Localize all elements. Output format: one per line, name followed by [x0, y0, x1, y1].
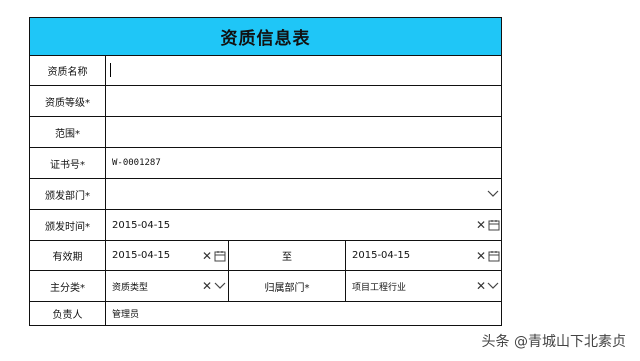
qualification-name-input[interactable]	[106, 56, 501, 85]
row-qualification-name: 资质名称	[30, 56, 501, 86]
label-department: 归属部门*	[229, 271, 346, 301]
row-owner: 负责人 管理员	[30, 302, 501, 325]
calendar-icon[interactable]	[214, 250, 226, 262]
chevron-down-icon[interactable]	[487, 282, 499, 290]
main-category-select[interactable]: 资质类型 ✕	[106, 271, 229, 301]
label-to: 至	[229, 241, 346, 270]
owner-input[interactable]: 管理员	[106, 302, 501, 325]
calendar-icon[interactable]	[488, 219, 500, 231]
validity-end-input[interactable]: 2015-04-15 ✕	[346, 241, 501, 270]
issue-date-input[interactable]: 2015-04-15 ✕	[106, 210, 501, 240]
row-qualification-level: 资质等级*	[30, 86, 501, 117]
label-issuing-department: 颁发部门*	[30, 179, 106, 209]
main-category-value: 资质类型	[112, 282, 149, 293]
clear-icon[interactable]: ✕	[476, 219, 486, 231]
row-issue-date: 颁发时间* 2015-04-15 ✕	[30, 210, 501, 241]
qualification-level-input[interactable]	[106, 86, 501, 116]
row-certificate-number: 证书号* W-0001287	[30, 148, 501, 179]
watermark-text: 头条 @青城山下北素贞	[481, 334, 626, 350]
issue-date-value: 2015-04-15	[112, 219, 171, 231]
clear-icon[interactable]: ✕	[476, 250, 486, 262]
department-select[interactable]: 项目工程行业 ✕	[346, 271, 501, 301]
text-cursor	[110, 63, 111, 77]
calendar-icon[interactable]	[488, 250, 500, 262]
watermark: 头条 @青城山下北素贞	[482, 331, 626, 351]
row-validity-period: 有效期 2015-04-15 ✕ 至 2015-04-15 ✕	[30, 241, 501, 271]
validity-start-value: 2015-04-15	[112, 250, 171, 261]
label-owner: 负责人	[30, 302, 106, 325]
scope-input[interactable]	[106, 117, 501, 147]
row-scope: 范围*	[30, 117, 501, 148]
clear-icon[interactable]: ✕	[476, 280, 486, 292]
qualification-form: 资质信息表 资质名称 资质等级* 范围* 证书号* W-0001287 颁发部门…	[29, 17, 502, 326]
validity-end-value: 2015-04-15	[352, 250, 411, 261]
label-issue-date: 颁发时间*	[30, 210, 106, 240]
chevron-down-icon[interactable]	[214, 282, 226, 290]
form-title: 资质信息表	[30, 18, 501, 56]
validity-start-input[interactable]: 2015-04-15 ✕	[106, 241, 229, 270]
chevron-down-icon[interactable]	[487, 190, 499, 198]
row-main-category: 主分类* 资质类型 ✕ 归属部门* 项目工程行业 ✕	[30, 271, 501, 302]
label-main-category: 主分类*	[30, 271, 106, 301]
label-qualification-name: 资质名称	[30, 56, 106, 85]
label-scope: 范围*	[30, 117, 106, 147]
issuing-department-select[interactable]	[106, 179, 501, 209]
clear-icon[interactable]: ✕	[202, 250, 212, 262]
certificate-number-input[interactable]: W-0001287	[106, 148, 501, 178]
label-validity-period: 有效期	[30, 241, 106, 270]
label-qualification-level: 资质等级*	[30, 86, 106, 116]
department-value: 项目工程行业	[352, 282, 407, 293]
label-certificate-number: 证书号*	[30, 148, 106, 178]
row-issuing-department: 颁发部门*	[30, 179, 501, 210]
clear-icon[interactable]: ✕	[202, 280, 212, 292]
